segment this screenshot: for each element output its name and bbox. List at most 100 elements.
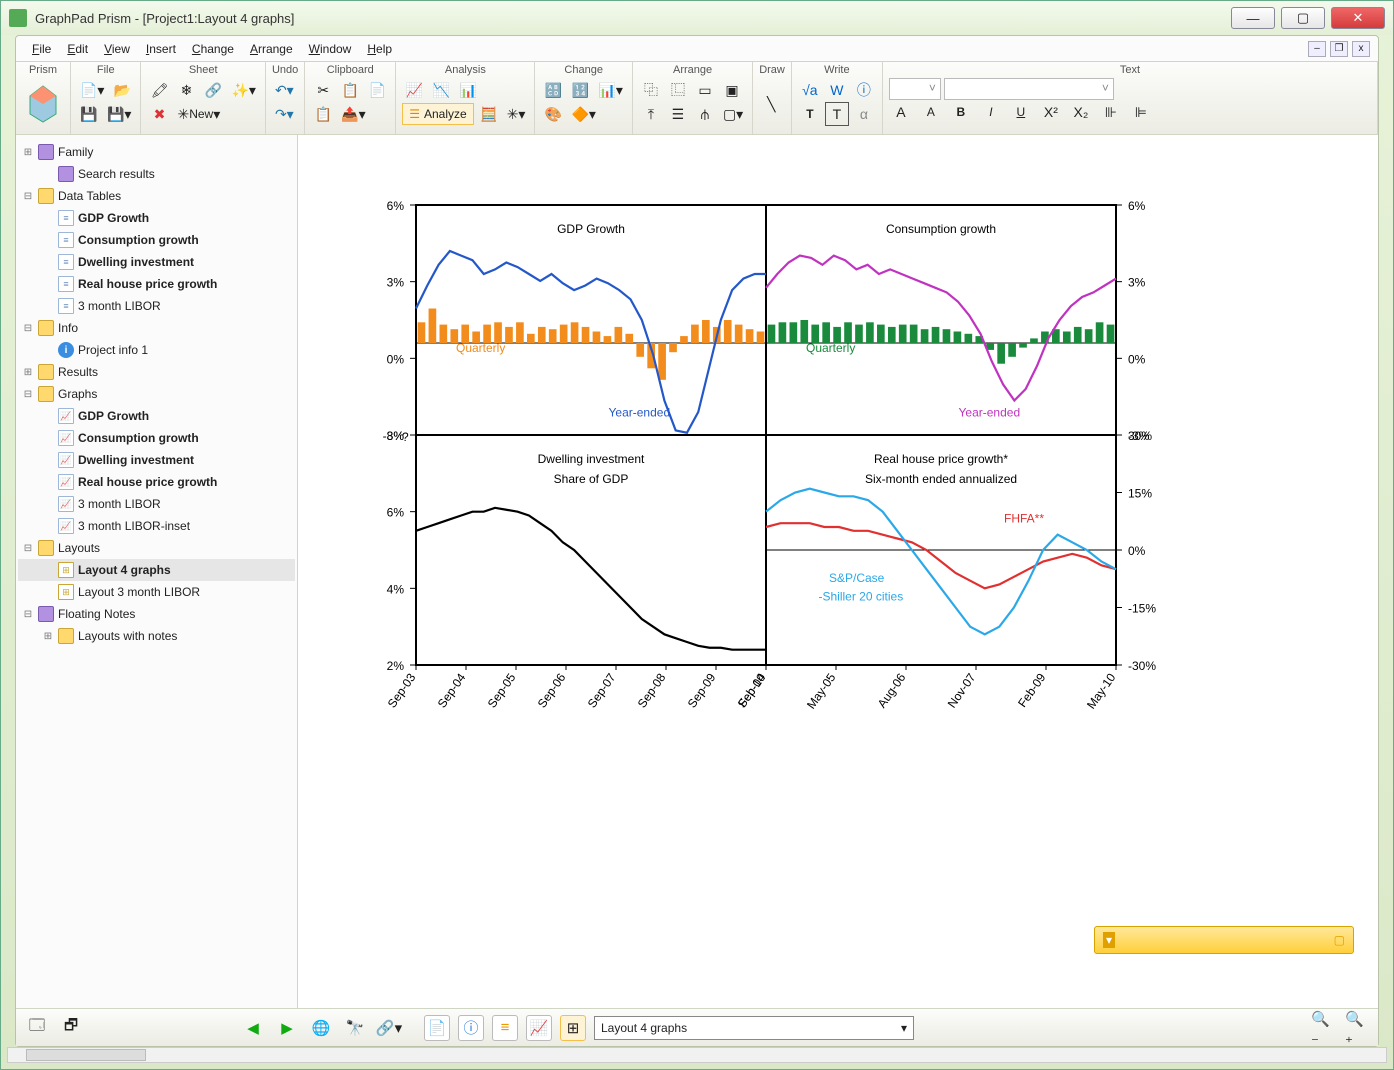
greek-icon[interactable]: α bbox=[852, 102, 876, 126]
tree-expander-icon[interactable]: ⊟ bbox=[22, 543, 34, 554]
nav-item[interactable]: ⊟Data Tables bbox=[18, 185, 295, 207]
zoom-out-icon[interactable]: 🔍₋ bbox=[1310, 1015, 1336, 1041]
nav-item[interactable]: ⊟Floating Notes bbox=[18, 603, 295, 625]
cut-icon[interactable]: ✂ bbox=[311, 78, 335, 102]
datatable-tab-icon[interactable]: 📄 bbox=[424, 1015, 450, 1041]
nav-item[interactable]: ⊞Results bbox=[18, 361, 295, 383]
next-sheet-button[interactable]: ▶ bbox=[274, 1015, 300, 1041]
menu-insert[interactable]: Insert bbox=[138, 40, 184, 58]
text-box-icon[interactable]: T bbox=[825, 102, 849, 126]
stats-icon[interactable]: 📉 bbox=[429, 78, 453, 102]
change-symbol-icon[interactable]: 🔶▾ bbox=[568, 102, 598, 126]
equation-icon[interactable]: √a bbox=[798, 78, 822, 102]
delete-sheet-icon[interactable]: ✖ bbox=[147, 102, 171, 126]
change-color-icon[interactable]: 🎨 bbox=[541, 102, 565, 126]
nav-item[interactable]: GDP Growth bbox=[18, 207, 295, 229]
tree-expander-icon[interactable]: ⊞ bbox=[42, 631, 54, 642]
help-close-icon[interactable]: ▢ bbox=[1334, 933, 1345, 947]
compare-icon[interactable]: 📊 bbox=[456, 78, 480, 102]
redo-icon[interactable]: ↷▾ bbox=[272, 102, 297, 126]
change-format-icon[interactable]: 📊▾ bbox=[595, 78, 625, 102]
doc-close-button[interactable]: x bbox=[1352, 41, 1370, 57]
doc-restore-button[interactable]: ❐ bbox=[1330, 41, 1348, 57]
nav-item[interactable]: Layout 3 month LIBOR bbox=[18, 581, 295, 603]
link-icon[interactable]: 🔗 bbox=[201, 78, 225, 102]
analysis-opt2-icon[interactable]: ✳▾ bbox=[504, 102, 529, 126]
analyze-button[interactable]: ☰Analyze bbox=[402, 103, 473, 125]
font-family-select[interactable]: ˅ bbox=[944, 78, 1114, 100]
cycle-icon[interactable]: ❄ bbox=[174, 78, 198, 102]
nav-item[interactable]: Dwelling investment bbox=[18, 251, 295, 273]
prism-icon[interactable] bbox=[22, 78, 64, 130]
rect-border-icon[interactable]: ▢▾ bbox=[720, 102, 746, 126]
nav-item[interactable]: Real house price growth bbox=[18, 471, 295, 493]
help-bar[interactable]: ▾ ▢ bbox=[1094, 926, 1354, 954]
tree-expander-icon[interactable]: ⊟ bbox=[22, 323, 34, 334]
nav-item[interactable]: Search results bbox=[18, 163, 295, 185]
export-icon[interactable]: 📤▾ bbox=[338, 102, 368, 126]
nav-item[interactable]: ⊞Family bbox=[18, 141, 295, 163]
menu-arrange[interactable]: Arrange bbox=[242, 40, 301, 58]
highlight-icon[interactable]: 🖍 bbox=[147, 78, 171, 102]
sheet-selector[interactable]: Layout 4 graphs▾ bbox=[594, 1016, 914, 1040]
nav-item[interactable]: Dwelling investment bbox=[18, 449, 295, 471]
menu-edit[interactable]: Edit bbox=[59, 40, 96, 58]
menu-change[interactable]: Change bbox=[184, 40, 242, 58]
nav-item[interactable]: Consumption growth bbox=[18, 229, 295, 251]
new-sheet-button[interactable]: ✳ New ▾ bbox=[174, 102, 223, 126]
subscript-icon[interactable]: X₂ bbox=[1069, 100, 1093, 124]
text-tool-icon[interactable]: T bbox=[798, 102, 822, 126]
prev-sheet-button[interactable]: ◀ bbox=[240, 1015, 266, 1041]
new-file-icon[interactable]: 📄▾ bbox=[77, 78, 107, 102]
clipboard-icon[interactable]: 📋 bbox=[311, 102, 335, 126]
window-close-button[interactable]: ✕ bbox=[1331, 7, 1385, 29]
change-graph-icon[interactable]: 🔠 bbox=[541, 78, 565, 102]
nav-item[interactable]: 3 month LIBOR bbox=[18, 295, 295, 317]
ruler2-icon[interactable]: ⊫ bbox=[1129, 100, 1153, 124]
help-write-icon[interactable]: ⓘ bbox=[852, 78, 876, 102]
bold-icon[interactable]: B bbox=[949, 100, 973, 124]
align-center-icon[interactable]: ☰ bbox=[666, 102, 690, 126]
gallery-view-icon[interactable]: 🗗 bbox=[58, 1015, 84, 1041]
help-expand-icon[interactable]: ▾ bbox=[1103, 932, 1115, 948]
tree-expander-icon[interactable]: ⊟ bbox=[22, 389, 34, 400]
nav-item[interactable]: iProject info 1 bbox=[18, 339, 295, 361]
change-axis-icon[interactable]: 🔢 bbox=[568, 78, 592, 102]
copy-icon[interactable]: 📋 bbox=[338, 78, 362, 102]
nav-item[interactable]: GDP Growth bbox=[18, 405, 295, 427]
ungroup-icon[interactable]: ⿺ bbox=[666, 78, 690, 102]
nav-item[interactable]: ⊟Graphs bbox=[18, 383, 295, 405]
menu-window[interactable]: Window bbox=[301, 40, 360, 58]
tree-expander-icon[interactable]: ⊞ bbox=[22, 147, 34, 158]
save-icon[interactable]: 💾 bbox=[77, 102, 101, 126]
doc-minimize-button[interactable]: – bbox=[1308, 41, 1326, 57]
italic-icon[interactable]: I bbox=[979, 100, 1003, 124]
font-shrink-icon[interactable]: A bbox=[919, 100, 943, 124]
window-maximize-button[interactable]: ▢ bbox=[1281, 7, 1325, 29]
distribute-icon[interactable]: ⫛ bbox=[693, 102, 717, 126]
menu-file[interactable]: File bbox=[24, 40, 59, 58]
nav-item[interactable]: 3 month LIBOR-inset bbox=[18, 515, 295, 537]
tree-expander-icon[interactable]: ⊞ bbox=[22, 367, 34, 378]
open-file-icon[interactable]: 📂 bbox=[110, 78, 134, 102]
window-minimize-button[interactable]: — bbox=[1231, 7, 1275, 29]
nav-item[interactable]: Real house price growth bbox=[18, 273, 295, 295]
layout-tab-icon[interactable]: ⊞ bbox=[560, 1015, 586, 1041]
nav-item[interactable]: ⊟Info bbox=[18, 317, 295, 339]
save-as-icon[interactable]: 💾▾ bbox=[104, 102, 134, 126]
undo-icon[interactable]: ↶▾ bbox=[272, 78, 297, 102]
draw-line-icon[interactable]: ╲ bbox=[759, 92, 783, 116]
align-icon[interactable]: ▭ bbox=[693, 78, 717, 102]
tree-expander-icon[interactable]: ⊟ bbox=[22, 191, 34, 202]
binoculars-icon[interactable]: 🔭 bbox=[342, 1015, 368, 1041]
analysis-opt1-icon[interactable]: 🧮 bbox=[477, 102, 501, 126]
nav-item[interactable]: Layout 4 graphs bbox=[18, 559, 295, 581]
menu-help[interactable]: Help bbox=[359, 40, 400, 58]
font-grow-icon[interactable]: A bbox=[889, 100, 913, 124]
zoom-in-icon[interactable]: 🔍₊ bbox=[1344, 1015, 1370, 1041]
nav-item[interactable]: Consumption growth bbox=[18, 427, 295, 449]
superscript-icon[interactable]: X² bbox=[1039, 100, 1063, 124]
wand-icon[interactable]: ✨▾ bbox=[228, 78, 258, 102]
fit-icon[interactable]: 📈 bbox=[402, 78, 426, 102]
align-left-icon[interactable]: ⤒ bbox=[639, 102, 663, 126]
